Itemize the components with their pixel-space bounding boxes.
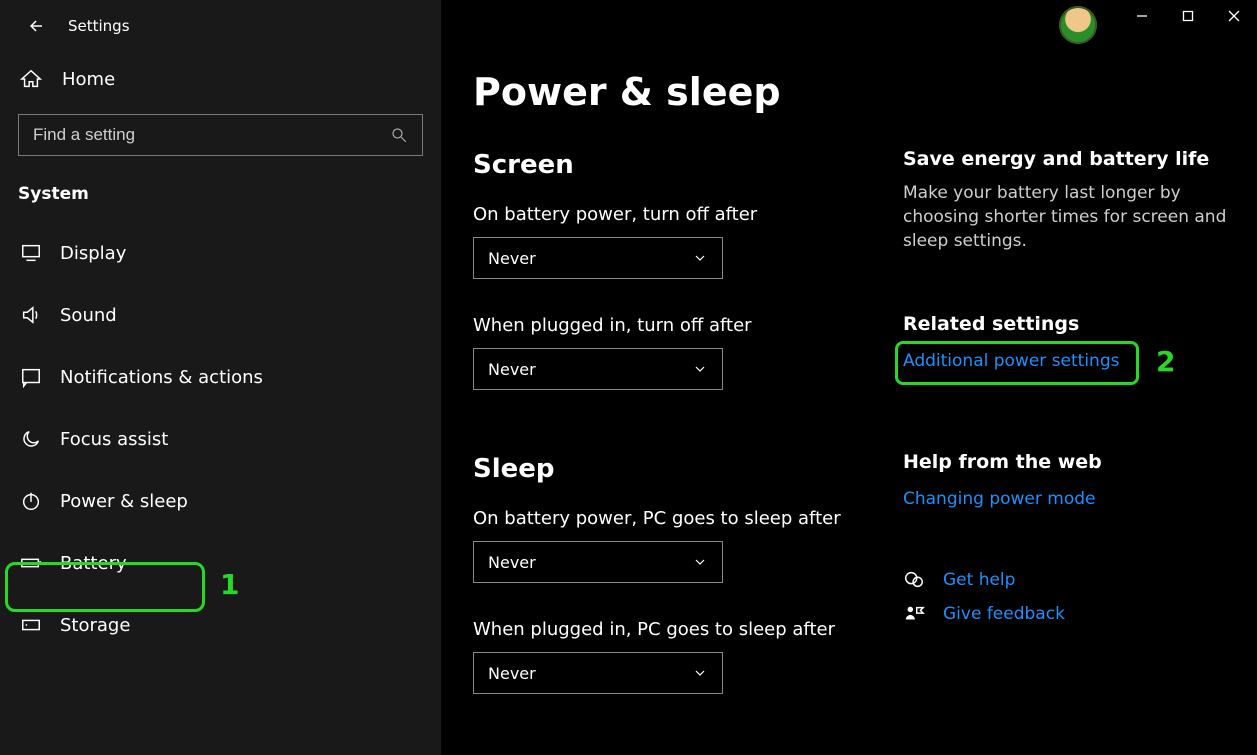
sidebar-home[interactable]: Home bbox=[0, 54, 441, 104]
sidebar-home-label: Home bbox=[62, 69, 115, 90]
close-button[interactable] bbox=[1211, 0, 1257, 32]
give-feedback-link[interactable]: Give feedback bbox=[903, 603, 1233, 625]
related-heading: Related settings bbox=[903, 313, 1233, 335]
sidebar-item-label: Notifications & actions bbox=[60, 367, 263, 388]
annotation-number-1: 1 bbox=[220, 568, 239, 601]
sidebar-item-sound[interactable]: Sound bbox=[0, 298, 441, 332]
energy-heading: Save energy and battery life bbox=[903, 148, 1233, 170]
search-field[interactable] bbox=[33, 125, 380, 145]
section-screen-heading: Screen bbox=[473, 150, 893, 180]
select-value: Never bbox=[488, 664, 536, 683]
screen-battery-select[interactable]: Never bbox=[473, 237, 723, 279]
minimize-button[interactable] bbox=[1119, 0, 1165, 32]
additional-power-settings-link[interactable]: Additional power settings bbox=[903, 351, 1119, 371]
power-icon bbox=[20, 490, 42, 512]
give-feedback-label: Give feedback bbox=[943, 604, 1065, 624]
get-help-link[interactable]: Get help bbox=[903, 569, 1233, 591]
sleep-plugged-label: When plugged in, PC goes to sleep after bbox=[473, 619, 893, 640]
titlebar: Settings bbox=[0, 8, 441, 54]
feedback-icon bbox=[903, 603, 925, 625]
helpweb-block: Help from the web Changing power mode bbox=[903, 451, 1233, 509]
sidebar-item-focus[interactable]: Focus assist bbox=[0, 422, 441, 456]
sidebar-item-label: Focus assist bbox=[60, 429, 168, 450]
screen-plugged-label: When plugged in, turn off after bbox=[473, 315, 893, 336]
select-value: Never bbox=[488, 360, 536, 379]
user-avatar[interactable] bbox=[1059, 6, 1097, 44]
select-value: Never bbox=[488, 553, 536, 572]
storage-icon bbox=[20, 614, 42, 636]
search-wrap bbox=[0, 104, 441, 156]
sidebar-item-storage[interactable]: Storage bbox=[0, 608, 441, 642]
sidebar-item-notifications[interactable]: Notifications & actions bbox=[0, 360, 441, 394]
search-input[interactable] bbox=[18, 114, 423, 156]
sleep-battery-label: On battery power, PC goes to sleep after bbox=[473, 508, 893, 529]
search-icon bbox=[390, 126, 408, 144]
support-links: Get help Give feedback bbox=[903, 569, 1233, 625]
sleep-battery-select[interactable]: Never bbox=[473, 541, 723, 583]
sidebar-item-power-sleep[interactable]: Power & sleep bbox=[0, 484, 441, 518]
content: Power & sleep Screen On battery power, t… bbox=[473, 70, 893, 755]
select-value: Never bbox=[488, 249, 536, 268]
chat-icon bbox=[903, 569, 925, 591]
main: Power & sleep Screen On battery power, t… bbox=[441, 0, 1257, 755]
battery-icon bbox=[20, 552, 42, 574]
get-help-label: Get help bbox=[943, 570, 1015, 590]
related-block: Related settings Additional power settin… bbox=[903, 313, 1233, 371]
sound-icon bbox=[20, 304, 42, 326]
sidebar-item-label: Battery bbox=[60, 553, 127, 574]
helpweb-heading: Help from the web bbox=[903, 451, 1233, 473]
group-title: System bbox=[0, 156, 441, 214]
chevron-down-icon bbox=[692, 250, 708, 266]
aside: Save energy and battery life Make your b… bbox=[903, 148, 1233, 625]
moon-icon bbox=[20, 428, 42, 450]
annotation-number-2: 2 bbox=[1156, 345, 1175, 378]
back-button[interactable] bbox=[26, 16, 46, 36]
section-sleep-heading: Sleep bbox=[473, 454, 893, 484]
screen-plugged-select[interactable]: Never bbox=[473, 348, 723, 390]
sidebar-item-display[interactable]: Display bbox=[0, 236, 441, 270]
energy-block: Save energy and battery life Make your b… bbox=[903, 148, 1233, 253]
home-icon bbox=[20, 68, 42, 90]
sidebar-item-label: Power & sleep bbox=[60, 491, 188, 512]
monitor-icon bbox=[20, 242, 42, 264]
sidebar: Settings Home System Display Sound Notif… bbox=[0, 0, 441, 755]
chevron-down-icon bbox=[692, 554, 708, 570]
sleep-plugged-select[interactable]: Never bbox=[473, 652, 723, 694]
page-title: Power & sleep bbox=[473, 70, 893, 114]
changing-power-mode-link[interactable]: Changing power mode bbox=[903, 489, 1095, 509]
app-title: Settings bbox=[68, 17, 130, 35]
window-controls bbox=[1119, 0, 1257, 32]
screen-battery-label: On battery power, turn off after bbox=[473, 204, 893, 225]
sidebar-item-label: Storage bbox=[60, 615, 130, 636]
notification-icon bbox=[20, 366, 42, 388]
sidebar-item-label: Sound bbox=[60, 305, 117, 326]
sidebar-item-label: Display bbox=[60, 243, 126, 264]
maximize-button[interactable] bbox=[1165, 0, 1211, 32]
energy-body: Make your battery last longer by choosin… bbox=[903, 182, 1233, 253]
arrow-left-icon bbox=[27, 17, 45, 35]
chevron-down-icon bbox=[692, 665, 708, 681]
chevron-down-icon bbox=[692, 361, 708, 377]
